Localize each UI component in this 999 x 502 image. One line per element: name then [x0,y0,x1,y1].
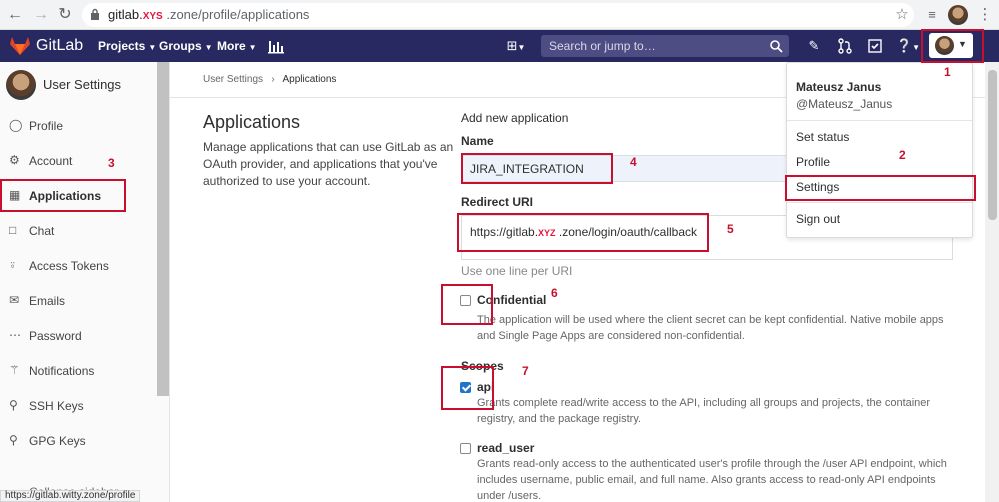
sidebar-item-label: Notifications [29,364,95,378]
brand-name[interactable]: GitLab [36,37,83,55]
page-title: Applications [203,112,301,132]
annotation-box-7 [441,366,494,410]
user-dropdown-menu: Mateusz Janus @Mateusz_Janus Set status … [786,62,973,238]
nav-groups[interactable]: Groups ▼ [159,39,213,53]
new-item-icon[interactable]: ⊞▼ [503,37,529,55]
issues-icon[interactable] [866,37,884,55]
annotation-box-6 [441,284,493,325]
scope-api-help: Grants complete read/write access to the… [477,397,931,425]
forward-icon[interactable]: → [32,6,50,24]
reload-icon[interactable]: ↻ [56,6,74,24]
sidebar-scrollbar[interactable] [157,62,169,396]
annotation-box-5 [457,213,709,252]
dropdown-item-sign-out[interactable]: Sign out [787,207,972,231]
annotation-box-2 [785,175,976,201]
annotation-box-4 [461,153,613,184]
access-tokens-icon: ⍤ [9,258,17,272]
browser-profile-avatar[interactable] [948,5,968,25]
sidebar-item-profile[interactable]: ◯ Profile [0,111,157,141]
breadcrumb-current[interactable]: Applications [283,74,337,85]
help-icon[interactable]: ❔▼ [895,37,921,55]
dropdown-user-name: Mateusz Janus [796,80,882,94]
main-scrollbar-thumb[interactable] [988,70,997,220]
sidebar-item-account[interactable]: ⚙ Account [0,146,157,176]
sidebar: User Settings ◯ Profile ⚙ Account ▦ Appl… [0,62,170,502]
page-description: Manage applications that can use GitLab … [203,140,454,188]
notifications-icon: ⚚ [9,363,20,377]
todos-icon[interactable]: ✎ [805,37,823,55]
scope-read-user-checkbox[interactable] [460,443,471,454]
dropdown-item-set-status[interactable]: Set status [787,125,972,149]
sidebar-item-label: Chat [29,224,55,238]
emails-icon: ✉ [9,293,20,307]
browser-toolbar: ← → ↻ gitlab.XYS .zone/profile/applicati… [0,0,999,30]
search-icon [770,40,783,53]
sidebar-item-label: Account [29,154,73,168]
browser-menu-icon[interactable]: ⋮ [976,6,994,24]
sidebar-item-ssh-keys[interactable]: ⚲ SSH Keys [0,391,157,421]
chevron-down-icon: ▼ [248,43,257,52]
url-text: gitlab.XYS .zone/profile/applications [108,7,310,22]
annotation-number-6: 6 [551,286,558,300]
merge-requests-icon[interactable] [836,37,854,55]
reading-list-icon[interactable]: ≡ [923,6,941,24]
password-icon: ⋯ [9,328,21,342]
scope-read-user-label[interactable]: read_user [477,441,534,455]
annotation-number-2: 2 [899,148,906,162]
back-icon[interactable]: ← [6,6,24,24]
form-title: Add new application [461,111,569,125]
breadcrumb-separator-icon: › [265,74,281,85]
sidebar-item-access-tokens[interactable]: ⍤ Access Tokens [0,251,157,281]
scope-read-user-help: Grants read-only access to the authentic… [477,458,947,502]
dropdown-user-handle: @Mateusz_Janus [796,97,893,111]
sidebar-item-gpg-keys[interactable]: ⚲ GPG Keys [0,426,157,456]
chevron-down-icon: ▼ [204,43,213,52]
confidential-help: The application will be used where the c… [477,314,944,342]
activity-chart-icon[interactable] [267,37,285,55]
gpg-keys-icon: ⚲ [9,433,18,447]
gitlab-logo-icon[interactable] [10,37,30,55]
status-bar-url: https://gitlab.witty.zone/profile [0,490,141,502]
sidebar-item-label: SSH Keys [29,399,84,413]
nav-projects[interactable]: Projects ▼ [98,39,156,53]
annotation-number-7: 7 [522,364,529,378]
nav-more[interactable]: More ▼ [217,39,257,53]
name-label: Name [461,134,494,148]
redirect-uri-label: Redirect URI [461,195,534,209]
sidebar-item-emails[interactable]: ✉ Emails [0,286,157,316]
sidebar-item-chat[interactable]: □ Chat [0,216,157,246]
sidebar-item-password[interactable]: ⋯ Password [0,321,157,351]
lock-icon [91,8,99,20]
sidebar-item-label: Emails [29,294,66,308]
chevron-down-icon: ▼ [148,43,157,52]
annotation-box-1 [921,29,984,63]
divider [787,120,972,121]
ssh-keys-icon: ⚲ [9,398,18,412]
address-bar[interactable]: gitlab.XYS .zone/profile/applications [82,3,914,27]
gitlab-header: GitLab Projects▼ Groups▼ More▼ ⊞▼ ✎ ❔▼ ▼ [0,30,999,62]
annotation-number-5: 5 [727,222,734,236]
sidebar-item-label: Password [29,329,82,343]
chat-icon: □ [9,223,17,237]
redirect-uri-help: Use one line per URI [461,264,573,278]
search-box[interactable] [541,35,789,57]
annotation-number-3: 3 [108,156,115,170]
search-input[interactable] [549,38,759,54]
sidebar-item-label: GPG Keys [29,434,86,448]
breadcrumb-parent[interactable]: User Settings [203,74,263,85]
dropdown-item-profile[interactable]: Profile [787,150,972,174]
annotation-number-4: 4 [630,155,637,169]
sidebar-item-notifications[interactable]: ⚚ Notifications [0,356,157,386]
divider [787,202,972,203]
account-icon: ⚙ [9,153,20,167]
annotation-box-3 [0,179,126,212]
sidebar-title: User Settings [43,77,122,92]
annotation-number-1: 1 [944,65,951,79]
avatar [6,70,36,100]
breadcrumb: User Settings › Applications [203,74,336,85]
profile-icon: ◯ [9,118,23,132]
bookmark-star-icon[interactable]: ☆ [893,6,911,24]
sidebar-item-label: Profile [29,119,64,133]
sidebar-item-label: Access Tokens [29,259,109,273]
